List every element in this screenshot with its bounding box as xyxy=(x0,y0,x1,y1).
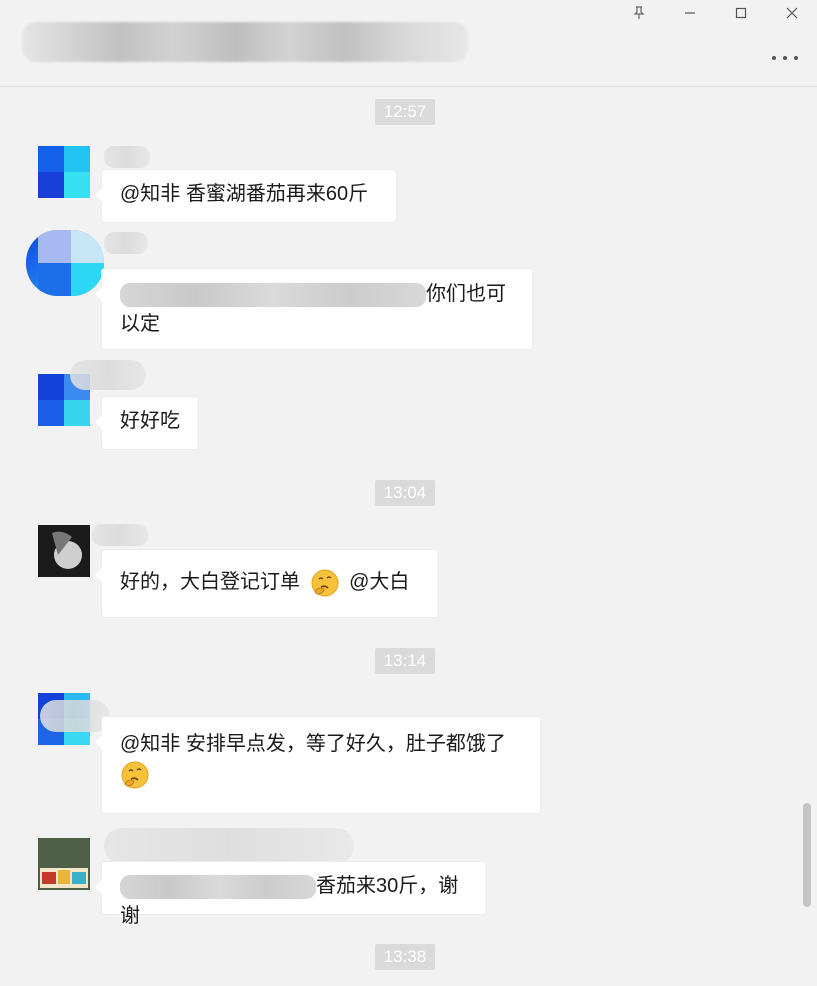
sender-name-blurred xyxy=(40,700,110,732)
blurred-text xyxy=(120,874,316,899)
message-bubble[interactable]: 好好吃 xyxy=(95,397,198,449)
thinking-face-icon xyxy=(310,568,340,598)
avatar[interactable] xyxy=(38,146,90,198)
message-bubble[interactable]: @知非 香蜜湖番茄再来60斤 xyxy=(95,170,396,222)
message-text: @知非 安排早点发，等了好久，肚子都饿了 xyxy=(120,733,506,755)
chat-title-blurred xyxy=(22,22,468,62)
timestamp: 12:57 xyxy=(375,99,435,125)
sender-name-blurred xyxy=(104,828,354,864)
message-text: @知非 香蜜湖番茄再来60斤 xyxy=(120,183,369,205)
message-bubble[interactable]: 好的，大白登记订单 @大白 xyxy=(95,550,438,617)
scrollbar-thumb[interactable] xyxy=(803,803,811,907)
avatar[interactable] xyxy=(38,525,90,577)
sender-name-blurred xyxy=(104,146,150,168)
mention-text: @大白 xyxy=(349,571,410,593)
minimize-icon[interactable] xyxy=(678,4,702,26)
pin-icon[interactable] xyxy=(627,4,651,26)
avatar[interactable] xyxy=(26,230,104,296)
sender-name-blurred xyxy=(92,524,148,546)
maximize-icon[interactable] xyxy=(729,4,753,26)
sender-name-blurred xyxy=(70,360,146,390)
message-text: 好的，大白登记订单 xyxy=(120,571,300,593)
message-bubble[interactable]: 你们也可 以定 xyxy=(95,269,532,349)
title-bar xyxy=(0,0,817,87)
blurred-text xyxy=(120,282,426,307)
timestamp: 13:14 xyxy=(375,648,435,674)
timestamp: 13:38 xyxy=(375,944,435,970)
message-bubble[interactable]: @知非 安排早点发，等了好久，肚子都饿了 xyxy=(95,717,540,813)
message-bubble[interactable]: 香茄来30斤，谢谢 xyxy=(95,862,486,927)
close-icon[interactable] xyxy=(780,4,804,26)
timestamp: 13:04 xyxy=(375,480,435,506)
more-icon[interactable] xyxy=(771,46,799,66)
thinking-face-icon xyxy=(120,760,150,790)
message-text: 好好吃 xyxy=(120,410,180,432)
sender-name-blurred xyxy=(104,232,148,254)
avatar[interactable] xyxy=(38,838,90,890)
